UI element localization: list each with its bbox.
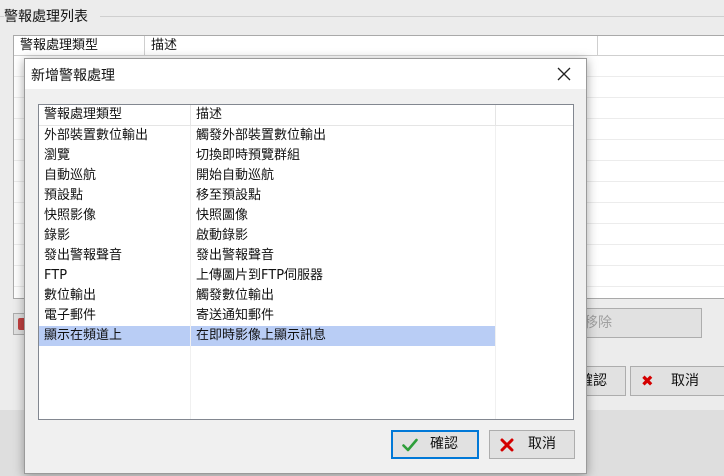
list-item[interactable]: 快照影像 快照圖像 bbox=[39, 206, 573, 226]
list-item-type: 自動巡航 bbox=[39, 166, 191, 186]
list-item-description: 觸發數位輸出 bbox=[191, 286, 496, 306]
background-group-title: 警報處理列表 bbox=[4, 9, 88, 25]
cancel-button[interactable]: 取消 bbox=[489, 430, 575, 459]
list-item-description: 快照圖像 bbox=[191, 206, 496, 226]
group-border bbox=[0, 16, 4, 17]
close-button[interactable] bbox=[542, 59, 586, 89]
background-header-desc[interactable]: 描述 bbox=[145, 36, 598, 55]
cancel-label: 取消 bbox=[671, 373, 699, 389]
empty-cell bbox=[39, 366, 191, 386]
close-icon bbox=[557, 67, 571, 81]
ok-label: 確認 bbox=[430, 436, 458, 452]
list-item-description: 切換即時預覽群組 bbox=[191, 146, 496, 166]
cancel-label: 取消 bbox=[528, 436, 556, 452]
list-item-type: 電子郵件 bbox=[39, 306, 191, 326]
list-item[interactable]: 外部裝置數位輸出 觸發外部裝置數位輸出 bbox=[39, 126, 573, 146]
add-alarm-action-dialog: 新增警報處理 警報處理類型 描述 外部裝置數位輸出 觸發外部裝置數位輸出 瀏覽 切換即… bbox=[24, 58, 587, 474]
list-item-type: FTP bbox=[39, 266, 191, 286]
list-item[interactable]: 錄影 啟動錄影 bbox=[39, 226, 573, 246]
empty-cell bbox=[191, 386, 496, 406]
list-item-description: 在即時影像上顯示訊息 bbox=[191, 326, 496, 346]
list-item-description: 開始自動巡航 bbox=[191, 166, 496, 186]
list-item-type: 錄影 bbox=[39, 226, 191, 246]
empty-cell bbox=[39, 386, 191, 406]
ok-button[interactable]: 確認 bbox=[391, 430, 479, 459]
dialog-title: 新增警報處理 bbox=[31, 68, 115, 84]
list-item-description: 上傳圖片到FTP伺服器 bbox=[191, 266, 496, 286]
dialog-titlebar[interactable]: 新增警報處理 bbox=[25, 59, 586, 89]
empty-cell bbox=[191, 346, 496, 366]
empty-row bbox=[39, 346, 573, 366]
list-item-filler bbox=[496, 286, 573, 306]
list-item[interactable]: 顯示在頻道上 在即時影像上顯示訊息 bbox=[39, 326, 573, 346]
check-icon bbox=[402, 438, 418, 452]
x-icon bbox=[500, 438, 514, 452]
remove-label: 移除 bbox=[584, 315, 612, 331]
header-description[interactable]: 描述 bbox=[191, 105, 496, 125]
list-item-filler bbox=[496, 166, 573, 186]
empty-row bbox=[39, 406, 573, 419]
x-icon: ✖ bbox=[641, 372, 654, 390]
list-item-description: 啟動錄影 bbox=[191, 226, 496, 246]
list-item[interactable]: 數位輸出 觸發數位輸出 bbox=[39, 286, 573, 306]
list-item-filler bbox=[496, 126, 573, 146]
list-item-description: 發出警報聲音 bbox=[191, 246, 496, 266]
list-item-filler bbox=[496, 146, 573, 166]
list-item-type: 瀏覽 bbox=[39, 146, 191, 166]
list-item-filler bbox=[496, 246, 573, 266]
list-header: 警報處理類型 描述 bbox=[39, 105, 573, 126]
list-item[interactable]: 瀏覽 切換即時預覽群組 bbox=[39, 146, 573, 166]
group-border bbox=[100, 16, 724, 17]
list-item[interactable]: 發出警報聲音 發出警報聲音 bbox=[39, 246, 573, 266]
empty-cell bbox=[39, 406, 191, 419]
list-item[interactable]: 電子郵件 寄送通知郵件 bbox=[39, 306, 573, 326]
empty-row bbox=[39, 366, 573, 386]
empty-row bbox=[39, 386, 573, 406]
list-item-description: 移至預設點 bbox=[191, 186, 496, 206]
list-item-type: 外部裝置數位輸出 bbox=[39, 126, 191, 146]
list-item-filler bbox=[496, 306, 573, 326]
background-header-type[interactable]: 警報處理類型 bbox=[14, 36, 145, 55]
background-table-header: 警報處理類型 描述 bbox=[14, 36, 724, 56]
list-body: 外部裝置數位輸出 觸發外部裝置數位輸出 瀏覽 切換即時預覽群組 自動巡航 開始自動巡航 預設… bbox=[39, 126, 573, 419]
list-item-filler bbox=[496, 266, 573, 286]
list-item[interactable]: 預設點 移至預設點 bbox=[39, 186, 573, 206]
list-item-type: 預設點 bbox=[39, 186, 191, 206]
empty-cell bbox=[191, 406, 496, 419]
header-alarm-type[interactable]: 警報處理類型 bbox=[39, 105, 191, 125]
list-item-type: 快照影像 bbox=[39, 206, 191, 226]
list-item-type: 發出警報聲音 bbox=[39, 246, 191, 266]
list-item-type: 數位輸出 bbox=[39, 286, 191, 306]
list-item-description: 寄送通知郵件 bbox=[191, 306, 496, 326]
list-item-filler bbox=[496, 326, 573, 346]
list-item[interactable]: 自動巡航 開始自動巡航 bbox=[39, 166, 573, 186]
empty-cell bbox=[191, 366, 496, 386]
background-cancel-button[interactable]: ✖ 取消 bbox=[630, 366, 724, 396]
header-filler bbox=[496, 105, 573, 125]
alarm-action-list[interactable]: 警報處理類型 描述 外部裝置數位輸出 觸發外部裝置數位輸出 瀏覽 切換即時預覽群組 自動… bbox=[38, 104, 574, 420]
list-item-filler bbox=[496, 206, 573, 226]
list-item[interactable]: FTP 上傳圖片到FTP伺服器 bbox=[39, 266, 573, 286]
list-item-filler bbox=[496, 186, 573, 206]
background-header-filler bbox=[598, 36, 724, 55]
empty-cell bbox=[39, 346, 191, 366]
list-item-filler bbox=[496, 226, 573, 246]
list-item-description: 觸發外部裝置數位輸出 bbox=[191, 126, 496, 146]
list-item-type: 顯示在頻道上 bbox=[39, 326, 191, 346]
